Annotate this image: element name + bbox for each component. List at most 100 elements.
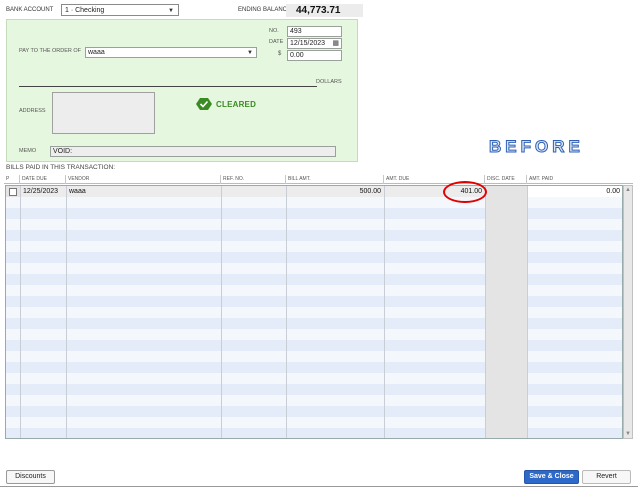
table-cell-bill-amt[interactable] (287, 417, 385, 428)
table-cell-vendor[interactable] (67, 428, 222, 438)
table-cell-date-due[interactable] (21, 252, 67, 263)
col-header-amt-due[interactable]: AMT. DUE (386, 176, 409, 182)
table-cell-bill-amt[interactable] (287, 318, 385, 329)
table-cell-amt-due[interactable] (385, 263, 486, 274)
table-row[interactable] (6, 208, 622, 219)
table-cell-p[interactable] (6, 274, 21, 285)
table-cell-vendor[interactable]: waaa (67, 186, 222, 197)
table-row[interactable] (6, 197, 622, 208)
table-cell-amt-due[interactable] (385, 406, 486, 417)
table-cell-vendor[interactable] (67, 219, 222, 230)
table-cell-vendor[interactable] (67, 384, 222, 395)
check-no-field[interactable]: 493 (287, 26, 342, 37)
table-cell-vendor[interactable] (67, 197, 222, 208)
table-cell-p[interactable] (6, 395, 21, 406)
table-row[interactable] (6, 351, 622, 362)
table-cell-date-due[interactable] (21, 230, 67, 241)
table-cell-amt-due[interactable] (385, 208, 486, 219)
table-cell-amt-paid[interactable] (528, 307, 622, 318)
table-cell-disc-date[interactable] (486, 274, 528, 285)
table-cell-bill-amt[interactable] (287, 296, 385, 307)
table-cell-amt-due[interactable] (385, 417, 486, 428)
table-row[interactable] (6, 318, 622, 329)
table-cell-vendor[interactable] (67, 318, 222, 329)
discounts-button[interactable]: Discounts (6, 470, 55, 484)
table-cell-amt-paid[interactable] (528, 241, 622, 252)
table-cell-amt-paid[interactable] (528, 340, 622, 351)
table-cell-ref-no[interactable] (222, 252, 287, 263)
table-cell-vendor[interactable] (67, 274, 222, 285)
table-cell-amt-due[interactable] (385, 219, 486, 230)
table-cell-amt-due[interactable] (385, 329, 486, 340)
table-row[interactable] (6, 329, 622, 340)
address-field[interactable] (52, 92, 155, 134)
table-cell-disc-date[interactable] (486, 428, 528, 438)
table-cell-p[interactable] (6, 351, 21, 362)
table-cell-bill-amt[interactable] (287, 395, 385, 406)
table-cell-bill-amt[interactable] (287, 340, 385, 351)
col-header-vendor[interactable]: VENDOR (68, 176, 89, 182)
table-cell-p[interactable] (6, 296, 21, 307)
table-cell-amt-due[interactable] (385, 362, 486, 373)
table-cell-date-due[interactable] (21, 197, 67, 208)
table-row[interactable] (6, 263, 622, 274)
table-row[interactable] (6, 373, 622, 384)
table-cell-bill-amt[interactable] (287, 351, 385, 362)
table-cell-p[interactable] (6, 186, 21, 197)
table-cell-amt-paid[interactable] (528, 428, 622, 438)
table-cell-disc-date[interactable] (486, 417, 528, 428)
table-cell-bill-amt[interactable] (287, 285, 385, 296)
table-cell-p[interactable] (6, 362, 21, 373)
table-cell-amt-due[interactable] (385, 351, 486, 362)
table-cell-amt-paid[interactable] (528, 329, 622, 340)
table-cell-ref-no[interactable] (222, 241, 287, 252)
table-cell-p[interactable] (6, 219, 21, 230)
bills-scrollbar[interactable]: ▲ ▼ (623, 185, 633, 439)
table-cell-ref-no[interactable] (222, 296, 287, 307)
table-cell-bill-amt[interactable] (287, 329, 385, 340)
table-cell-disc-date[interactable] (486, 252, 528, 263)
table-cell-amt-due[interactable] (385, 296, 486, 307)
table-cell-ref-no[interactable] (222, 340, 287, 351)
table-cell-amt-paid[interactable]: 0.00 (528, 186, 622, 197)
table-cell-bill-amt[interactable] (287, 208, 385, 219)
table-cell-amt-due[interactable] (385, 285, 486, 296)
table-cell-bill-amt[interactable] (287, 406, 385, 417)
table-cell-date-due[interactable] (21, 285, 67, 296)
table-cell-bill-amt[interactable] (287, 219, 385, 230)
table-cell-date-due[interactable]: 12/25/2023 (21, 186, 67, 197)
table-cell-amt-due[interactable] (385, 307, 486, 318)
table-cell-ref-no[interactable] (222, 186, 287, 197)
table-cell-p[interactable] (6, 417, 21, 428)
table-cell-ref-no[interactable] (222, 428, 287, 438)
table-cell-vendor[interactable] (67, 340, 222, 351)
table-cell-ref-no[interactable] (222, 208, 287, 219)
table-cell-date-due[interactable] (21, 274, 67, 285)
table-row[interactable] (6, 395, 622, 406)
scroll-down-icon[interactable]: ▼ (625, 431, 631, 437)
table-cell-date-due[interactable] (21, 208, 67, 219)
table-cell-p[interactable] (6, 208, 21, 219)
table-cell-amt-paid[interactable] (528, 417, 622, 428)
table-cell-vendor[interactable] (67, 329, 222, 340)
table-cell-amt-due[interactable] (385, 241, 486, 252)
table-cell-disc-date[interactable] (486, 241, 528, 252)
table-cell-p[interactable] (6, 318, 21, 329)
table-cell-p[interactable] (6, 285, 21, 296)
table-cell-p[interactable] (6, 406, 21, 417)
amount-field[interactable]: 0.00 (287, 50, 342, 61)
col-header-disc-date[interactable]: DISC. DATE (487, 176, 515, 182)
table-cell-p[interactable] (6, 241, 21, 252)
table-cell-ref-no[interactable] (222, 417, 287, 428)
table-cell-p[interactable] (6, 340, 21, 351)
table-cell-ref-no[interactable] (222, 406, 287, 417)
col-header-p[interactable]: P (6, 176, 9, 182)
table-cell-date-due[interactable] (21, 263, 67, 274)
table-cell-disc-date[interactable] (486, 373, 528, 384)
table-cell-amt-due[interactable] (385, 340, 486, 351)
table-cell-ref-no[interactable] (222, 197, 287, 208)
table-row[interactable] (6, 285, 622, 296)
table-cell-date-due[interactable] (21, 395, 67, 406)
table-cell-bill-amt[interactable] (287, 230, 385, 241)
table-cell-vendor[interactable] (67, 230, 222, 241)
